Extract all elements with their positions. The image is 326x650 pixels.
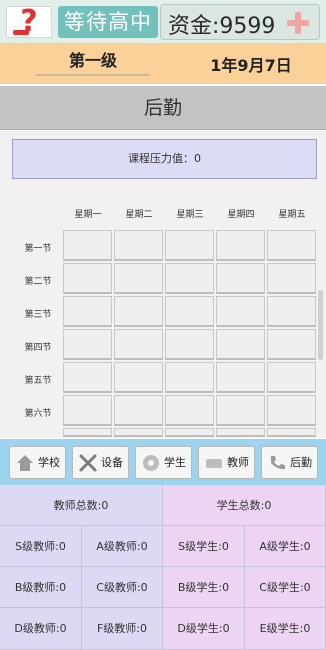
schedule-slot[interactable]: [114, 263, 163, 294]
schedule-slot[interactable]: [63, 296, 112, 327]
schedule-slot[interactable]: [114, 362, 163, 393]
schedule-slot[interactable]: [63, 263, 112, 294]
schedule-slot[interactable]: [267, 428, 316, 437]
nav-label: 设备: [101, 456, 123, 469]
student-count: S级学生:0: [163, 526, 245, 567]
schedule-slot[interactable]: [63, 230, 112, 261]
schedule-slot[interactable]: [114, 230, 163, 261]
schedule-slot[interactable]: [267, 329, 316, 360]
schedule-slot[interactable]: [216, 230, 265, 261]
schedule-slot[interactable]: [216, 329, 265, 360]
bottom-nav: 学校 设备 学生 教师 后勤: [0, 439, 326, 485]
funds-display: 资金:9599: [160, 4, 320, 40]
student-count: A级学生:0: [245, 526, 326, 567]
schedule-slot[interactable]: [114, 428, 163, 437]
question-mark-icon[interactable]: ?: [6, 6, 52, 38]
student-count: C级学生:0: [245, 567, 326, 608]
teacher-count: A级教师:0: [82, 526, 163, 567]
disc-icon: [143, 455, 159, 471]
plus-icon[interactable]: [287, 12, 309, 34]
schedule-slot[interactable]: [267, 362, 316, 393]
day-header: 星期五: [278, 210, 306, 220]
page-title: 后勤: [0, 86, 326, 130]
tools-icon: [79, 454, 97, 472]
nav-equipment-button[interactable]: 设备: [72, 446, 129, 479]
teacher-count: F级教师:0: [82, 608, 163, 650]
card-icon: [206, 459, 222, 468]
student-count: E级学生:0: [245, 608, 326, 650]
teacher-count: C级教师:0: [82, 567, 163, 608]
schedule-slot[interactable]: [267, 263, 316, 294]
day-header: 星期四: [227, 210, 255, 220]
period-label: 第二节: [24, 277, 52, 287]
schedule-slot[interactable]: [63, 395, 112, 426]
phone-icon: [271, 456, 285, 470]
scrollbar[interactable]: [318, 290, 323, 360]
schedule-slot[interactable]: [267, 230, 316, 261]
period-label: 第一节: [24, 244, 52, 254]
schedule-slot[interactable]: [267, 296, 316, 327]
info-bar: 第一级 1年9月7日: [0, 44, 326, 84]
schedule-slot[interactable]: [216, 428, 265, 437]
schedule-slot[interactable]: [114, 296, 163, 327]
schedule-slot[interactable]: [63, 428, 112, 437]
schedule-slot[interactable]: [165, 263, 214, 294]
level-tab[interactable]: 第一级: [36, 50, 150, 76]
schedule-slot[interactable]: [165, 362, 214, 393]
nav-students-button[interactable]: 学生: [135, 446, 192, 479]
schedule-slot[interactable]: [267, 395, 316, 426]
student-count: D级学生:0: [163, 608, 245, 650]
day-header: 星期一: [74, 210, 102, 220]
schedule-slot[interactable]: [114, 329, 163, 360]
schedule-slot[interactable]: [63, 362, 112, 393]
game-date: 1年9月7日: [210, 56, 292, 75]
nav-logistics-button[interactable]: 后勤: [261, 446, 318, 479]
day-header: 星期二: [125, 210, 153, 220]
funds-label: 资金:9599: [168, 14, 276, 39]
student-total: 学生总数:0: [163, 485, 326, 526]
schedule-slot[interactable]: [165, 296, 214, 327]
day-header: 星期三: [176, 210, 204, 220]
status-badge: 等待高中: [58, 6, 158, 38]
period-label: 第五节: [24, 376, 52, 386]
schedule-slot[interactable]: [63, 329, 112, 360]
nav-teachers-button[interactable]: 教师: [198, 446, 255, 479]
nav-school-button[interactable]: 学校: [9, 446, 66, 479]
nav-label: 后勤: [290, 456, 312, 469]
schedule-slot[interactable]: [216, 296, 265, 327]
period-label: 第六节: [24, 409, 52, 419]
house-icon: [17, 455, 33, 471]
period-label: 第四节: [24, 343, 52, 353]
schedule-slot[interactable]: [165, 428, 214, 437]
top-bar: ? 等待高中 资金:9599: [0, 0, 326, 44]
nav-label: 学生: [164, 456, 186, 469]
schedule-slot[interactable]: [216, 263, 265, 294]
schedule-slot[interactable]: [114, 395, 163, 426]
schedule-slot[interactable]: [216, 362, 265, 393]
period-label: 第三节: [24, 310, 52, 320]
schedule-slot[interactable]: [165, 395, 214, 426]
nav-label: 学校: [38, 456, 60, 469]
student-count: B级学生:0: [163, 567, 245, 608]
schedule-slot[interactable]: [216, 395, 265, 426]
teacher-count: B级教师:0: [0, 567, 82, 608]
course-pressure-box: 课程压力值：0: [12, 139, 317, 179]
teacher-count: D级教师:0: [0, 608, 82, 650]
teacher-count: S级教师:0: [0, 526, 82, 567]
stats-panel: 教师总数:0 学生总数:0 S级教师:0 A级教师:0 S级学生:0 A级学生:…: [0, 485, 326, 650]
schedule-slot[interactable]: [165, 230, 214, 261]
nav-label: 教师: [227, 456, 249, 469]
teacher-total: 教师总数:0: [0, 485, 163, 526]
schedule-slot[interactable]: [165, 329, 214, 360]
